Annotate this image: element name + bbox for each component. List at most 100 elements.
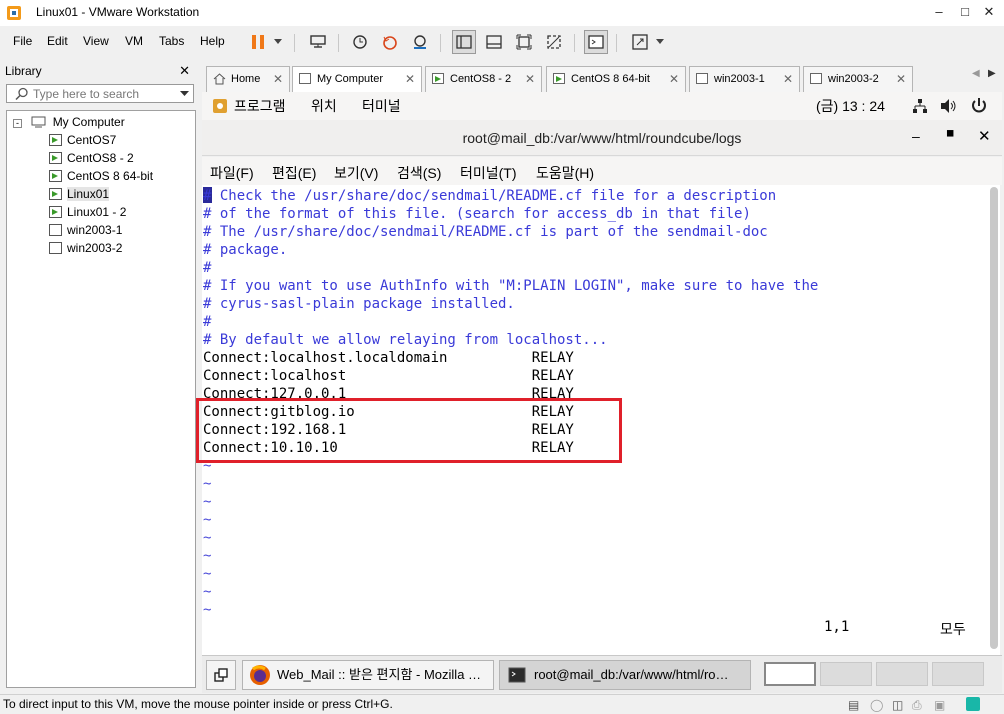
vim-empty-line: ~ [203,602,212,618]
vm-icon [49,242,62,254]
terminal-line: Connect:localhost.localdomain RELAY [203,350,574,366]
maximize-icon[interactable]: ◼ [946,128,954,139]
snapshot-icon[interactable] [348,30,372,54]
close-tab-icon[interactable]: ✕ [525,67,535,91]
close-tab-icon[interactable]: ✕ [783,67,793,91]
close-icon[interactable]: ✕ [978,3,1000,21]
tree-item-centos8-2[interactable]: CentOS8 - 2 [49,150,134,167]
send-ctrl-alt-del-icon[interactable] [306,30,330,54]
snapshot-manager-icon[interactable] [408,30,432,54]
terminal-menu-bar: 파일(F) 편집(E) 보기(V) 검색(S) 터미널(T) 도움말(H) [202,157,1002,185]
tree-item-linux01-2[interactable]: Linux01 - 2 [49,204,126,221]
taskbar-terminal-button[interactable]: root@mail_db:/var/www/html/ro… [499,660,751,690]
library-search-input[interactable]: Type here to search [6,84,194,103]
cd-rom-icon[interactable]: ◯ [870,698,883,712]
hard-disk-icon[interactable]: ▤ [848,698,859,712]
message-log-icon[interactable] [966,697,980,711]
vim-empty-line: ~ [203,566,212,582]
unity-icon[interactable] [542,30,566,54]
vm-running-icon [49,206,62,218]
gnome-window-list: Web_Mail :: 받은 편지함 - Mozilla … root@mail… [202,655,1002,693]
terminal-menu-help[interactable]: 도움말(H) [536,163,594,183]
show-library-icon[interactable] [452,30,476,54]
workspace-3[interactable] [876,662,928,686]
vm-icon [696,73,708,84]
status-message: To direct input to this VM, move the mou… [3,697,393,711]
tab-centos8-2[interactable]: CentOS8 - 2 ✕ [425,66,542,92]
tree-item-centos-8-64bit[interactable]: CentOS 8 64-bit [49,168,153,185]
menu-edit[interactable]: Edit [47,34,68,48]
maximize-icon[interactable]: □ [954,3,976,21]
gnome-programs-menu[interactable]: 프로그램 [234,96,286,116]
terminal-menu-edit[interactable]: 편집(E) [272,163,316,183]
terminal-menu-search[interactable]: 검색(S) [397,163,441,183]
tree-root-my-computer[interactable]: - My Computer [13,114,125,131]
tab-win2003-1[interactable]: win2003-1 ✕ [689,66,800,92]
close-tab-icon[interactable]: ✕ [896,67,906,91]
network-adapter-icon[interactable]: ◫ [892,698,903,712]
tab-strip: Home ✕ My Computer ✕ CentOS8 - 2 ✕ CentOS 8… [204,64,1004,92]
close-icon[interactable]: ✕ [978,127,991,145]
close-tab-icon[interactable]: ✕ [669,67,679,91]
tab-centos-8-64bit[interactable]: CentOS 8 64-bit ✕ [546,66,686,92]
menu-view[interactable]: View [83,34,109,48]
chevron-down-icon[interactable] [652,30,668,54]
stretch-guest-icon[interactable] [628,30,652,54]
tab-win2003-2[interactable]: win2003-2 ✕ [803,66,913,92]
terminal-line: Connect:localhost RELAY [203,368,574,384]
terminal-title: root@mail_db:/var/www/html/roundcube/log… [462,130,742,146]
terminal-menu-file[interactable]: 파일(F) [210,163,254,183]
chevron-down-icon[interactable] [180,91,189,97]
terminal-menu-view[interactable]: 보기(V) [334,163,378,183]
minimize-icon[interactable]: – [912,128,920,144]
pause-icon[interactable] [246,30,270,54]
menu-tabs[interactable]: Tabs [159,34,184,48]
close-tab-icon[interactable]: ✕ [273,67,283,91]
vm-icon [49,224,62,236]
gnome-terminal-menu[interactable]: 터미널 [362,96,401,116]
terminal-line: # Check the /usr/share/doc/sendmail/READ… [203,188,777,204]
collapse-icon[interactable]: - [13,119,22,128]
library-title: Library [5,64,42,78]
scroll-tabs-left-icon[interactable]: ◀ [972,68,980,79]
chevron-down-icon[interactable] [270,30,286,54]
volume-icon[interactable] [940,98,958,114]
close-tab-icon[interactable]: ✕ [405,67,415,91]
vmware-logo-icon [7,6,21,20]
library-panel: Library ✕ Type here to search - My Compu… [0,60,198,692]
sound-card-icon[interactable]: ▣ [934,698,945,712]
console-view-icon[interactable] [584,30,608,54]
tree-item-win2003-2[interactable]: win2003-2 [49,240,122,257]
tree-item-win2003-1[interactable]: win2003-1 [49,222,122,239]
power-icon[interactable] [970,97,988,115]
tab-home[interactable]: Home ✕ [206,66,290,92]
tree-item-linux01[interactable]: Linux01 [49,186,110,203]
network-icon[interactable] [912,98,928,114]
vm-running-icon [432,73,444,84]
gnome-clock[interactable]: (금) 13 : 24 [816,96,885,116]
thumbnail-bar-icon[interactable] [482,30,506,54]
tab-my-computer[interactable]: My Computer ✕ [292,66,422,92]
terminal-scrollbar[interactable] [990,187,998,649]
terminal-menu-terminal[interactable]: 터미널(T) [460,163,517,183]
workspace-4[interactable] [932,662,984,686]
scroll-tabs-right-icon[interactable]: ▶ [988,68,996,79]
vm-running-icon [553,73,565,84]
taskbar-firefox-button[interactable]: Web_Mail :: 받은 편지함 - Mozilla … [242,660,494,690]
vm-running-icon [49,134,62,146]
minimize-icon[interactable]: – [928,3,950,21]
revert-snapshot-icon[interactable] [378,30,402,54]
full-screen-icon[interactable] [512,30,536,54]
gnome-places-menu[interactable]: 위치 [311,96,337,116]
menu-vm[interactable]: VM [125,34,143,48]
window-title: Linux01 - VMware Workstation [36,5,200,19]
vim-empty-line: ~ [203,476,212,492]
workspace-1[interactable] [764,662,816,686]
tree-item-centos7[interactable]: CentOS7 [49,132,116,149]
printer-icon[interactable]: ⎙ [912,698,922,713]
close-icon[interactable]: ✕ [179,63,190,79]
show-desktop-button[interactable] [206,660,236,690]
menu-file[interactable]: File [13,34,32,48]
workspace-2[interactable] [820,662,872,686]
menu-help[interactable]: Help [200,34,225,48]
